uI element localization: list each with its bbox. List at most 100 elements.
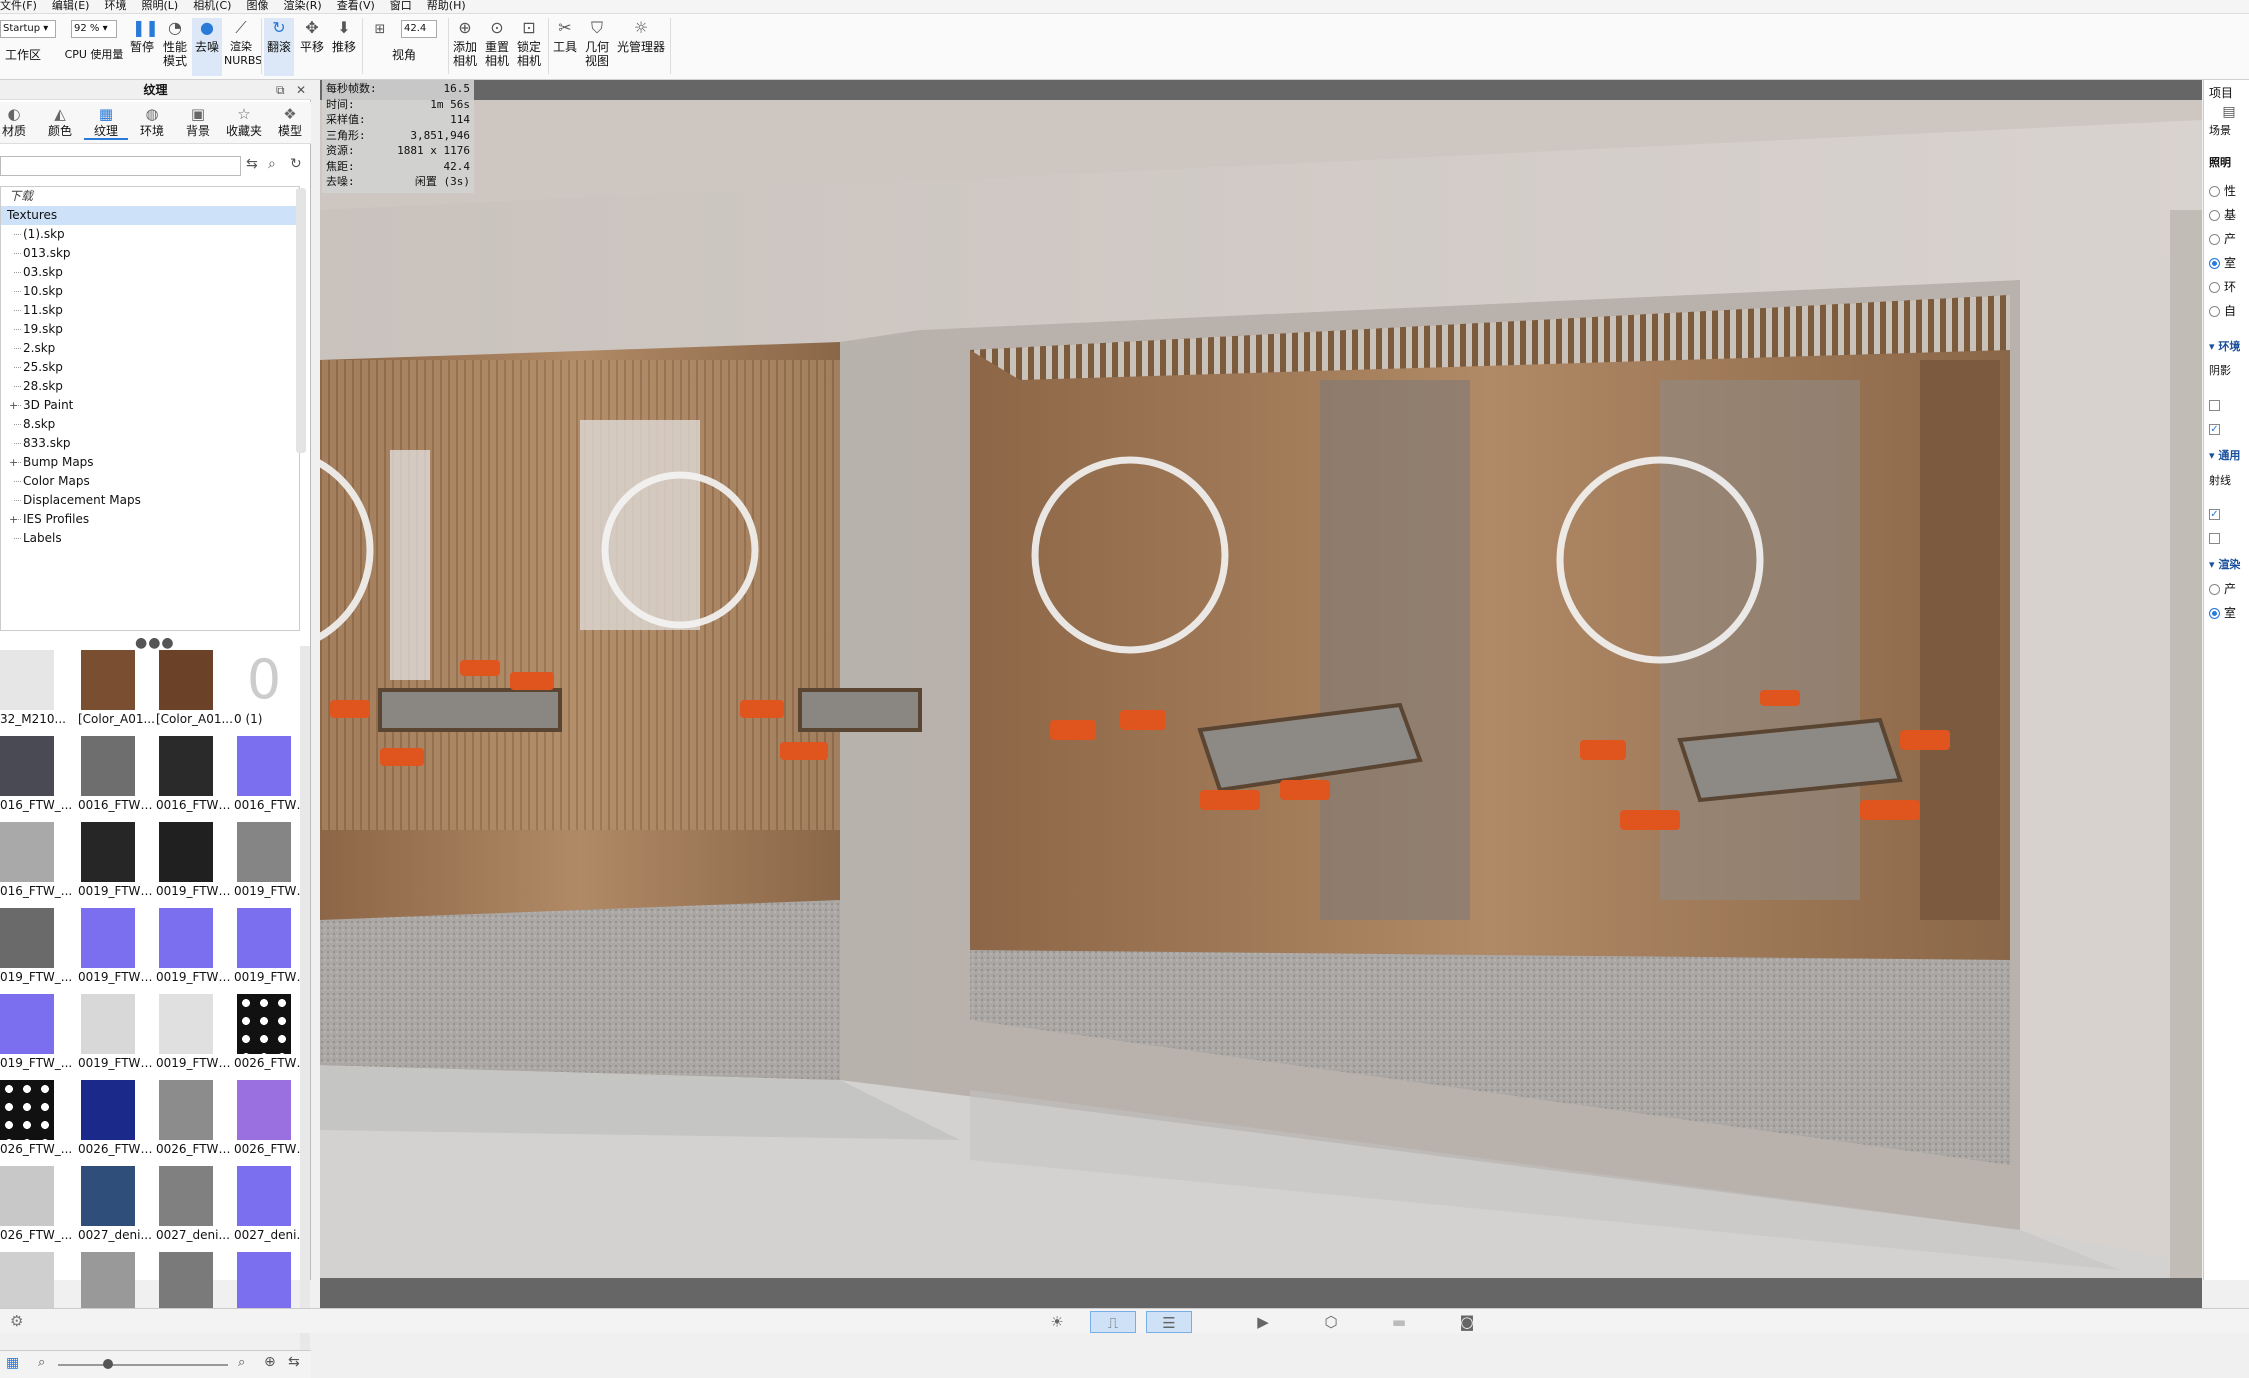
tree-item[interactable]: + IES Profiles xyxy=(1,510,299,529)
lighting-radio[interactable]: 性 xyxy=(2209,182,2249,199)
texture-thumbnail[interactable]: 0019_FTW_... xyxy=(78,908,156,986)
tree-scrollbar[interactable] xyxy=(296,188,306,453)
lighting-radio[interactable]: 产 xyxy=(2209,230,2249,247)
dolly-button[interactable]: ⬇ 推移 xyxy=(329,18,359,54)
search-input[interactable] xyxy=(0,156,241,176)
texture-thumbnail[interactable]: 0027_deni... xyxy=(78,1166,156,1244)
tree-item[interactable]: 28.skp xyxy=(1,377,299,396)
texture-thumbnail[interactable]: [Color_A01... xyxy=(156,650,234,728)
tree-item[interactable]: 013.skp xyxy=(1,244,299,263)
tab-texture[interactable]: ▦ 纹理 xyxy=(84,104,128,140)
menu-item[interactable]: 编辑(E) xyxy=(52,0,90,12)
texture-thumbnail[interactable]: 0026_FTW_... xyxy=(234,994,310,1072)
lighting-radio[interactable]: 室 xyxy=(2209,254,2249,271)
tab-favorites[interactable]: ☆ 收藏夹 xyxy=(222,104,266,138)
folder-open-icon[interactable]: ⇆ xyxy=(246,156,258,172)
geometry-view-button[interactable]: ⛉ 几何 视图 xyxy=(582,18,612,68)
texture-thumbnail[interactable]: 0019_FTW_... xyxy=(156,994,234,1072)
tree-item[interactable]: Textures xyxy=(1,206,299,225)
zoom-out-icon[interactable]: ⌕ xyxy=(38,1355,45,1370)
texture-thumbnail[interactable]: 0019_FTW_... xyxy=(156,822,234,900)
general-checkbox-1[interactable]: ✓ xyxy=(2209,507,2249,521)
render-radio[interactable]: 产 xyxy=(2209,580,2249,597)
texture-thumbnail[interactable]: 0019_FTW_... xyxy=(156,908,234,986)
menu-item[interactable]: 图像 xyxy=(246,0,268,12)
tree-item[interactable]: Color Maps xyxy=(1,472,299,491)
menu-item[interactable]: 帮助(H) xyxy=(427,0,466,12)
texture-thumbnail[interactable]: 026_FTW_... xyxy=(0,1080,78,1158)
scene-icon[interactable]: ▤ xyxy=(2209,104,2249,120)
cpu-select[interactable]: 92 % ▾ xyxy=(71,20,117,38)
tree-item[interactable]: +3D Paint xyxy=(1,396,299,415)
menu-item[interactable]: 窗口 xyxy=(390,0,412,12)
texture-thumbnail[interactable]: 019_FTW_... xyxy=(0,994,78,1072)
workspace-select[interactable]: Startup ▾ xyxy=(0,20,56,38)
render-viewport[interactable]: 每秒帧数: 16.5 时间: 1m 56s 采样值: 114 三角形: 3,851,946 资源… xyxy=(320,80,2202,1308)
performance-mode-button[interactable]: ◔ 性能 模式 xyxy=(160,18,190,68)
lighting-radio[interactable]: 环 xyxy=(2209,278,2249,295)
sun-icon[interactable]: ☀ xyxy=(1034,1311,1080,1333)
grid-view-icon[interactable]: ▦ xyxy=(6,1355,19,1371)
slider-thumb[interactable] xyxy=(103,1359,113,1369)
expand-icon[interactable]: + xyxy=(9,453,18,472)
reset-camera-button[interactable]: ⊙ 重置 相机 xyxy=(482,18,512,68)
tab-model[interactable]: ❖ 模型 xyxy=(268,104,312,138)
tree-item[interactable]: (1).skp xyxy=(1,225,299,244)
add-camera-button[interactable]: ⊕ 添加 相机 xyxy=(450,18,480,68)
add-icon[interactable]: ⊕ xyxy=(264,1354,276,1370)
lighting-radio[interactable]: 基 xyxy=(2209,206,2249,223)
close-icon[interactable]: ✕ xyxy=(296,83,306,97)
texture-thumbnail[interactable]: 32_M210... xyxy=(0,650,78,728)
texture-thumbnail[interactable]: 019_FTW_... xyxy=(0,908,78,986)
tree-item[interactable]: 8.skp xyxy=(1,415,299,434)
tree-item[interactable]: 11.skp xyxy=(1,301,299,320)
menu-item[interactable]: 照明(L) xyxy=(141,0,178,12)
pan-button[interactable]: ✥ 平移 xyxy=(297,18,327,54)
texture-thumbnail[interactable]: 0027_deni... xyxy=(234,1166,310,1244)
env-checkbox-1[interactable] xyxy=(2209,398,2249,412)
refresh-icon[interactable]: ↻ xyxy=(290,156,302,172)
camera-icon[interactable]: ◙ xyxy=(1444,1311,1490,1333)
grid-scrollbar[interactable] xyxy=(300,646,310,1352)
tree-item[interactable]: 10.skp xyxy=(1,282,299,301)
lighting-radio[interactable]: 自 xyxy=(2209,302,2249,319)
tree-item[interactable]: 19.skp xyxy=(1,320,299,339)
tree-root[interactable]: 下载 xyxy=(1,187,299,206)
scene-tab[interactable]: 场景 xyxy=(2209,122,2249,138)
menu-item[interactable]: 文件(F) xyxy=(0,0,37,12)
tab-material[interactable]: ◐ 材质 xyxy=(0,104,36,138)
texture-thumbnail[interactable]: 0 0 (1) xyxy=(234,650,310,728)
tab-background[interactable]: ▣ 背景 xyxy=(176,104,220,138)
denoise-button[interactable]: ● 去噪 xyxy=(192,18,222,76)
env-checkbox-2[interactable]: ✓ xyxy=(2209,422,2249,436)
texture-thumbnail[interactable]: 026_FTW_... xyxy=(0,1166,78,1244)
thumbnail-size-slider[interactable] xyxy=(58,1364,228,1366)
menu-item[interactable]: 相机(C) xyxy=(193,0,231,12)
play-icon[interactable]: ▶ xyxy=(1240,1311,1286,1333)
restore-icon[interactable]: ⧉ xyxy=(276,83,285,98)
lock-camera-button[interactable]: ⊡ 锁定 相机 xyxy=(514,18,544,68)
render-header[interactable]: ▾ 渲染 xyxy=(2209,556,2249,572)
texture-thumbnail[interactable]: 0026_FTW_... xyxy=(78,1080,156,1158)
settings-icon[interactable]: ⚙ xyxy=(10,1312,23,1330)
general-checkbox-2[interactable] xyxy=(2209,531,2249,545)
tree-item[interactable]: 2.skp xyxy=(1,339,299,358)
pause-button[interactable]: ❚❚ 暂停 xyxy=(127,18,159,54)
texture-thumbnail[interactable]: 0019_FTW_... xyxy=(78,994,156,1072)
list-icon[interactable]: ☰ xyxy=(1146,1311,1192,1333)
menu-item[interactable]: 环境 xyxy=(104,0,126,12)
tree-item[interactable]: 833.skp xyxy=(1,434,299,453)
expand-icon[interactable]: + xyxy=(9,510,18,529)
tab-environment[interactable]: ◍ 环境 xyxy=(130,104,174,138)
render-nurbs-button[interactable]: ⟋ 渲染 NURBS xyxy=(224,18,262,68)
texture-thumbnail[interactable]: 016_FTW_... xyxy=(0,822,78,900)
texture-thumbnail[interactable]: 0026_FTW_... xyxy=(156,1080,234,1158)
expand-icon[interactable]: + xyxy=(9,396,18,415)
tree-item[interactable]: Displacement Maps xyxy=(1,491,299,510)
tree-item[interactable]: + Bump Maps xyxy=(1,453,299,472)
menu-item[interactable]: 渲染(R) xyxy=(283,0,321,12)
folder-search-icon[interactable]: ⌕ xyxy=(268,156,276,172)
general-header[interactable]: ▾ 通用 xyxy=(2209,447,2249,463)
tumble-button[interactable]: ↻ 翻滚 xyxy=(264,18,294,76)
environment-header[interactable]: ▾ 环境 xyxy=(2209,338,2249,354)
